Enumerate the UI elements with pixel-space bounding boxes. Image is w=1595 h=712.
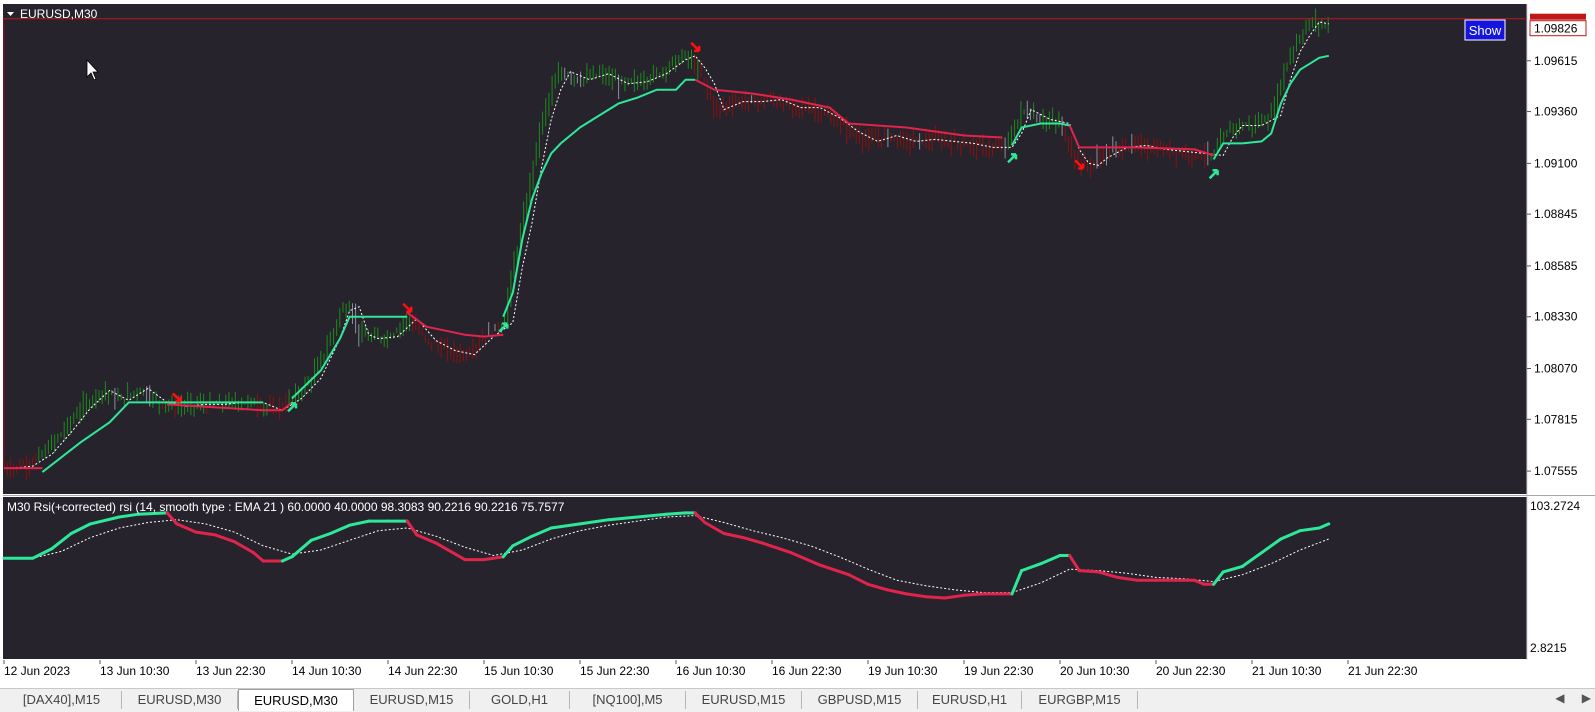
tab-scroll-controls: ◀ ▶ <box>1541 691 1591 705</box>
price-pane[interactable] <box>3 4 1527 494</box>
rsi-up-segment <box>664 511 688 516</box>
tab-eurusd-h1[interactable]: EURUSD,H1 <box>918 691 1022 709</box>
chart-tab-bar: [DAX40],M15 EURUSD,M30 EURUSD,M30 EURUSD… <box>0 688 1595 711</box>
x-tick-label: 15 Jun 22:30 <box>580 664 650 678</box>
indicator-y-tick-label: 2.8215 <box>1530 641 1567 655</box>
chart-symbol-title: EURUSD,M30 <box>20 7 98 21</box>
chart-window[interactable]: 1.09615 1.09360 1.09100 1.08845 1.08585 1.083… <box>0 0 1595 688</box>
show-button-label: Show <box>1469 23 1502 38</box>
x-tick-label: 21 Jun 10:30 <box>1252 664 1322 678</box>
x-tick-label: 19 Jun 10:30 <box>868 664 938 678</box>
y-tick-label: 1.07555 <box>1534 464 1578 478</box>
y-tick-label: 1.08070 <box>1534 362 1578 376</box>
current-price-tag: 1.09826 <box>1529 20 1587 37</box>
tab-eurusd-m15-2[interactable]: EURUSD,M15 <box>686 691 802 709</box>
tab-eurgbp-m15[interactable]: EURGBP,M15 <box>1022 691 1138 709</box>
x-tick-label: 16 Jun 22:30 <box>772 664 842 678</box>
x-tick-label: 14 Jun 22:30 <box>388 664 458 678</box>
y-tick-label: 1.07815 <box>1534 412 1578 426</box>
y-tick-label: 1.08845 <box>1534 207 1578 221</box>
x-tick-label: 20 Jun 22:30 <box>1156 664 1226 678</box>
x-tick-label: 13 Jun 22:30 <box>196 664 266 678</box>
x-tick-label: 15 Jun 10:30 <box>484 664 554 678</box>
indicator-pane[interactable] <box>3 497 1527 659</box>
tab-eurusd-m30-active[interactable]: EURUSD,M30 <box>238 689 354 711</box>
x-tick-label: 12 Jun 2023 <box>4 664 70 678</box>
scroll-right-icon[interactable]: ▶ <box>1582 691 1591 705</box>
y-tick-label: 1.09615 <box>1534 54 1578 68</box>
tab-nq100-m5[interactable]: [NQ100],M5 <box>570 691 686 709</box>
tab-gold-h1[interactable]: GOLD,H1 <box>470 691 570 709</box>
x-tick-label: 19 Jun 22:30 <box>964 664 1034 678</box>
show-button[interactable]: Show <box>1464 19 1506 41</box>
rsi-down-segment <box>962 592 985 597</box>
y-tick-label: 1.08330 <box>1534 310 1578 324</box>
price-tag-ask <box>1530 13 1586 20</box>
indicator-y-tick-label: 103.2724 <box>1530 499 1580 513</box>
tab-gbpusd-m15[interactable]: GBPUSD,M15 <box>802 691 918 709</box>
rsi-down-segment <box>924 595 947 600</box>
indicator-label: M30 Rsi(+corrected) rsi (14, smooth type… <box>7 500 565 514</box>
x-tick-label: 13 Jun 10:30 <box>100 664 170 678</box>
chart-canvas[interactable]: 1.09615 1.09360 1.09100 1.08845 1.08585 1.083… <box>0 0 1595 688</box>
scroll-left-icon[interactable]: ◀ <box>1555 691 1564 705</box>
tab-eurusd-m15-1[interactable]: EURUSD,M15 <box>354 691 470 709</box>
current-price-value: 1.09826 <box>1534 22 1578 36</box>
x-tick-label: 21 Jun 22:30 <box>1348 664 1418 678</box>
rsi-down-segment <box>1077 569 1100 574</box>
tab-eurusd-m30-1[interactable]: EURUSD,M30 <box>122 691 238 709</box>
tab-dax40-m15[interactable]: [DAX40],M15 <box>2 691 122 709</box>
x-tick-label: 16 Jun 10:30 <box>676 664 746 678</box>
y-tick-label: 1.09360 <box>1534 105 1578 119</box>
y-tick-label: 1.09100 <box>1534 156 1578 170</box>
y-tick-label: 1.08585 <box>1534 259 1578 273</box>
x-tick-label: 20 Jun 10:30 <box>1060 664 1130 678</box>
x-tick-label: 14 Jun 10:30 <box>292 664 362 678</box>
